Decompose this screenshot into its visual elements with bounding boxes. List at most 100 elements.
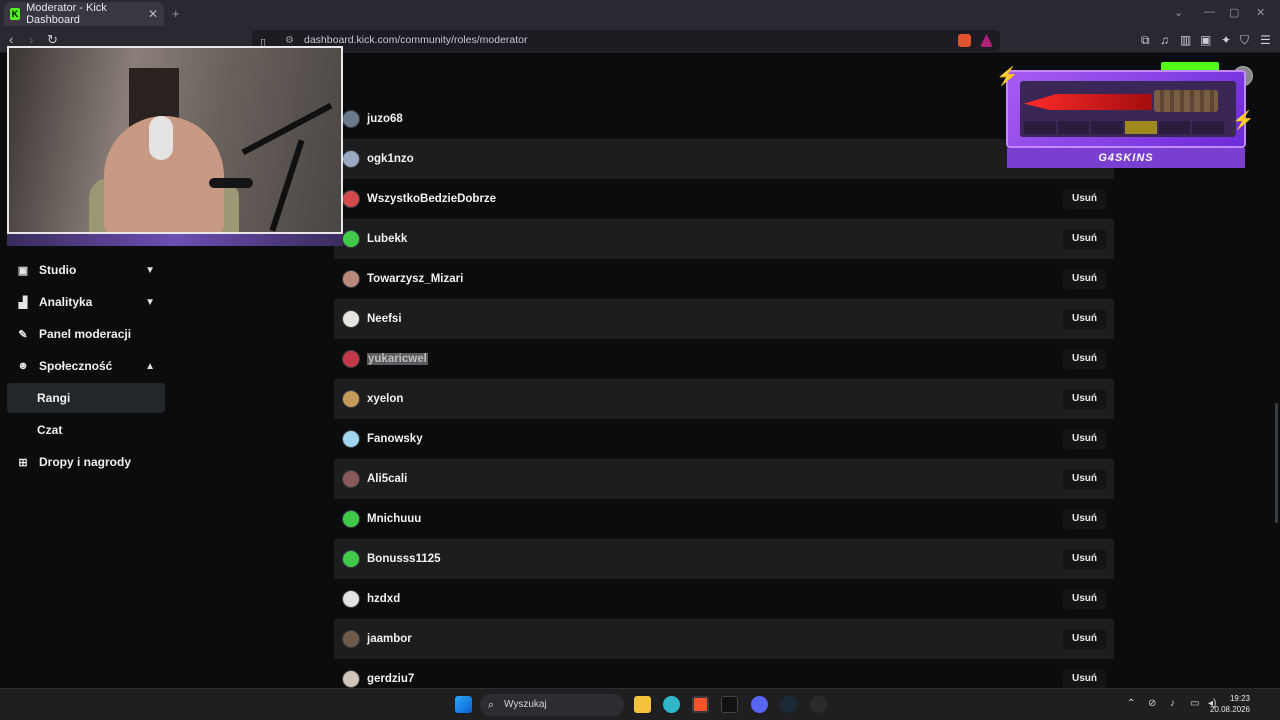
file-explorer-icon[interactable] [634, 696, 651, 713]
sidebar-item-moderation[interactable]: ✎ Panel moderacji [7, 319, 165, 349]
avatar [342, 430, 360, 448]
sidebar-item-chat[interactable]: Czat [7, 415, 165, 445]
remove-moderator-button[interactable]: Usuń [1063, 389, 1106, 409]
webcam-overlay [7, 46, 343, 234]
remove-moderator-button[interactable]: Usuń [1063, 429, 1106, 449]
sidebar-item-analytics[interactable]: ▟ Analityka ▼ [7, 287, 165, 317]
scrollbar[interactable] [1275, 403, 1278, 523]
sidebar-item-roles[interactable]: Rangi [7, 383, 165, 413]
mic-icon[interactable]: ♪ [1170, 698, 1175, 709]
remove-moderator-button[interactable]: Usuń [1063, 549, 1106, 569]
remove-moderator-button[interactable]: Usuń [1063, 269, 1106, 289]
knife-handle-image [1154, 90, 1218, 112]
moderator-name[interactable]: jaambor [367, 633, 412, 645]
moderator-name[interactable]: Lubekk [367, 233, 407, 245]
tray-expand-icon[interactable]: ⌃ [1127, 698, 1135, 709]
steam-icon[interactable] [780, 696, 797, 713]
lightning-icon: ⚡ [1232, 110, 1255, 130]
moderator-row: Neefsi Usuń [334, 299, 1114, 339]
leo-ai-icon[interactable]: ✦ [1221, 33, 1231, 47]
new-tab-icon[interactable]: + [172, 6, 180, 21]
remove-moderator-button[interactable]: Usuń [1063, 509, 1106, 529]
remove-moderator-button[interactable]: Usuń [1063, 189, 1106, 209]
moderator-name[interactable]: Towarzysz_Mizari [367, 273, 463, 285]
avatar [342, 110, 360, 128]
brave-rewards-icon[interactable] [980, 34, 993, 47]
wallet-icon[interactable]: ▣ [1200, 33, 1211, 47]
ad-frame [1006, 70, 1246, 148]
display-icon[interactable]: ▭ [1190, 698, 1199, 709]
menu-icon[interactable]: ☰ [1260, 33, 1271, 47]
remove-moderator-button[interactable]: Usuń [1063, 629, 1106, 649]
search-icon: ⌕ [488, 699, 495, 711]
vpn-icon[interactable]: ⛉ [1240, 33, 1249, 48]
taskbar-clock[interactable]: 19:23 20.08.2026 [1210, 693, 1250, 715]
remove-moderator-button[interactable]: Usuń [1063, 229, 1106, 249]
headphones-icon [149, 116, 173, 160]
clock-date: 20.08.2026 [1209, 705, 1250, 714]
moderator-name[interactable]: xyelon [367, 393, 403, 405]
moderator-name[interactable]: ogk1nzo [367, 153, 414, 165]
avatar [342, 230, 360, 248]
taskbar-search[interactable]: ⌕ Wyszukaj [480, 694, 624, 716]
moderator-row: Towarzysz_Mizari Usuń [334, 259, 1114, 299]
moderator-row: ogk1nzo [334, 139, 1114, 179]
moderator-list: juzo68 ogk1nzo WszystkoBedzieDobrze Usuń Lub… [334, 99, 1114, 699]
moderator-name[interactable]: WszystkoBedzieDobrze [367, 193, 496, 205]
moderator-row: juzo68 [334, 99, 1114, 139]
remove-moderator-button[interactable]: Usuń [1063, 589, 1106, 609]
avatar [342, 350, 360, 368]
discord-icon[interactable] [751, 696, 768, 713]
moderator-name[interactable]: juzo68 [367, 113, 403, 125]
tab-close-icon[interactable]: ✕ [148, 7, 158, 21]
tabs-dropdown-icon[interactable]: ⌄ [1174, 6, 1183, 19]
moderator-name[interactable]: Neefsi [367, 313, 402, 325]
maximize-icon[interactable]: ▢ [1229, 6, 1239, 19]
community-icon: ☻ [17, 360, 29, 372]
moderator-name[interactable]: Mnichuuu [367, 513, 421, 525]
avatar [342, 190, 360, 208]
remove-moderator-button[interactable]: Usuń [1063, 669, 1106, 689]
remove-moderator-button[interactable]: Usuń [1063, 469, 1106, 489]
lightning-icon: ⚡ [996, 66, 1019, 86]
moderator-row: jaambor Usuń [334, 619, 1114, 659]
moderator-name[interactable]: Bonusss1125 [367, 553, 441, 565]
back-icon[interactable]: ‹ [9, 32, 13, 47]
network-icon[interactable]: ⊘ [1148, 698, 1156, 709]
sidebar-item-label: Dropy i nagrody [39, 455, 132, 469]
edge-icon[interactable] [663, 696, 680, 713]
sidebar-item-label: Panel moderacji [39, 327, 132, 341]
app-icon[interactable] [721, 696, 738, 713]
ad-slots [1024, 121, 1225, 134]
kick-favicon-icon: K [10, 8, 21, 20]
media-icon[interactable]: ♫ [1160, 33, 1169, 47]
url-bar[interactable]: ▯ ⚙ dashboard.kick.com/community/roles/m… [252, 30, 1000, 51]
remove-moderator-button[interactable]: Usuń [1063, 309, 1106, 329]
extensions-icon[interactable]: ⧉ [1141, 33, 1150, 48]
moderator-name[interactable]: Ali5cali [367, 473, 407, 485]
brave-shields-icon[interactable] [958, 34, 971, 47]
avatar [342, 390, 360, 408]
remove-moderator-button[interactable]: Usuń [1063, 349, 1106, 369]
brave-icon[interactable] [692, 696, 709, 713]
app-icon[interactable] [810, 696, 827, 713]
browser-tab[interactable]: K Moderator - Kick Dashboard ✕ [4, 2, 164, 26]
window-close-icon[interactable]: ✕ [1256, 6, 1265, 19]
moderator-name[interactable]: yukaricwel [367, 353, 428, 365]
avatar [342, 550, 360, 568]
sidebar-item-label: Studio [39, 263, 77, 277]
avatar [342, 630, 360, 648]
sidebar-icon[interactable]: ▥ [1180, 33, 1191, 47]
sidebar-item-drops[interactable]: ⊞ Dropy i nagrody [7, 447, 165, 477]
sidebar-item-studio[interactable]: ▣ Studio ▼ [7, 255, 165, 285]
moderator-name[interactable]: Fanowsky [367, 433, 423, 445]
forward-icon[interactable]: › [29, 32, 33, 47]
windows-start-icon[interactable] [455, 696, 472, 713]
moderator-name[interactable]: gerdziu7 [367, 673, 414, 685]
moderator-row: Bonusss1125 Usuń [334, 539, 1114, 579]
minimize-icon[interactable]: — [1204, 6, 1215, 18]
moderator-name[interactable]: hzdxd [367, 593, 400, 605]
sidebar-item-label: Czat [37, 423, 63, 437]
sidebar-item-community[interactable]: ☻ Społeczność ▲ [7, 351, 165, 381]
url-text: dashboard.kick.com/community/roles/moder… [304, 34, 528, 46]
